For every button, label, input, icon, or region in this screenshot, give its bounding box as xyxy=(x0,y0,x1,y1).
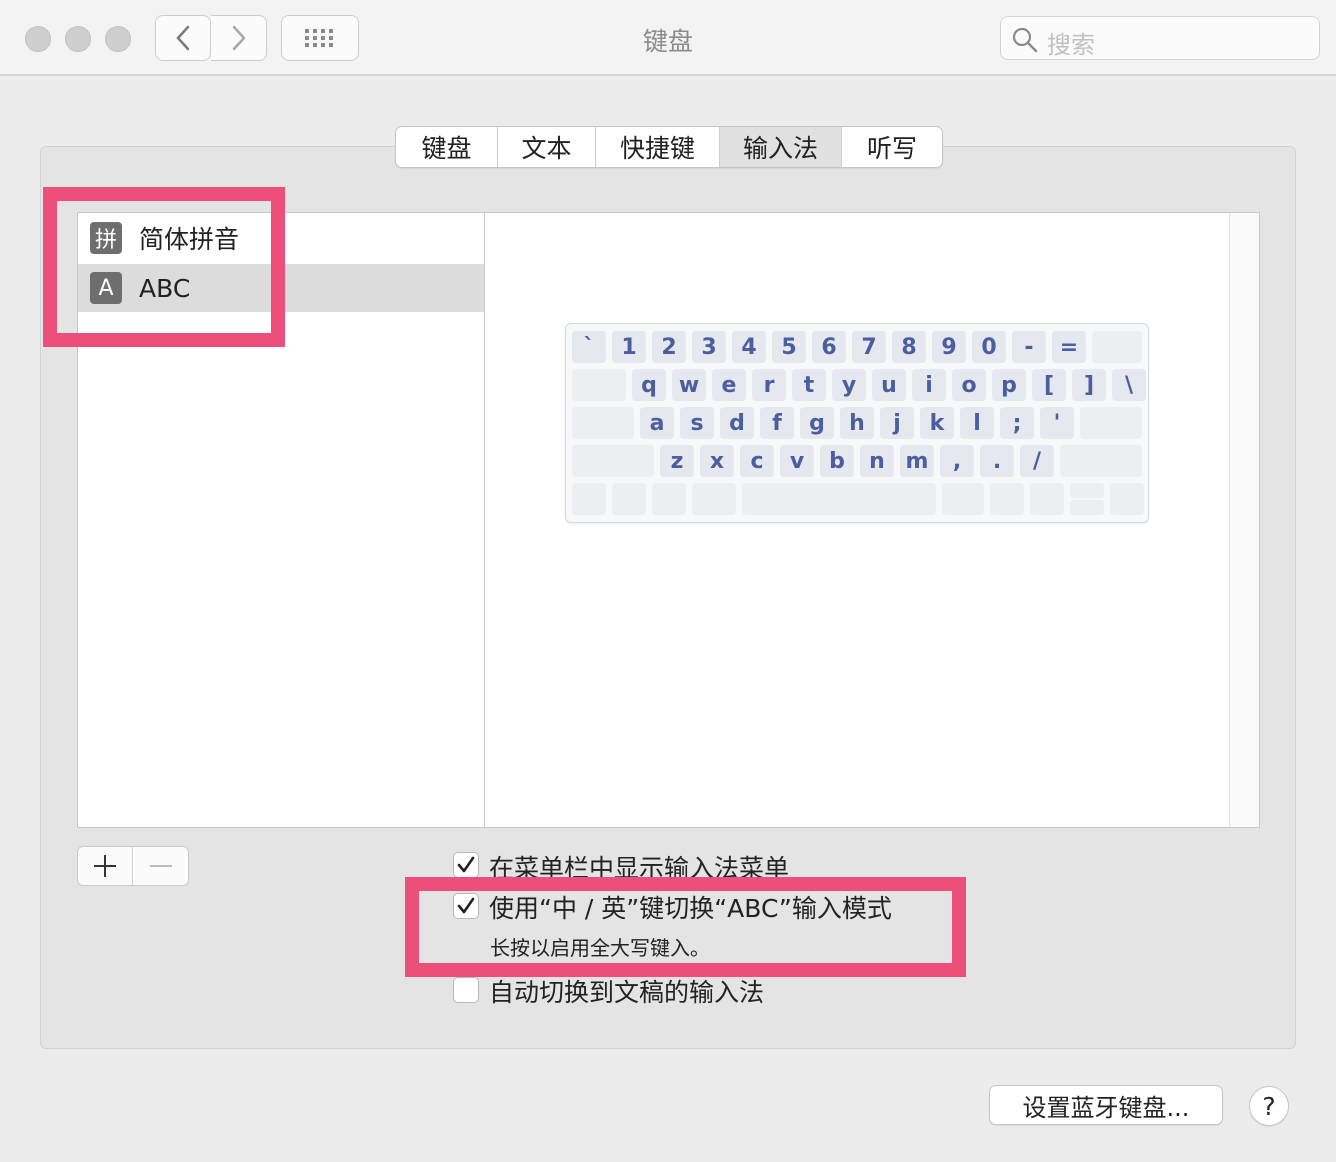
checkmark-icon xyxy=(457,856,475,873)
highlight-box-caps-option xyxy=(405,877,966,977)
modifier-key xyxy=(1080,407,1142,439)
search-icon xyxy=(1012,27,1038,53)
key: ` xyxy=(572,331,606,363)
option-key-right xyxy=(990,483,1024,515)
key: o xyxy=(952,369,986,401)
arrow-right-key xyxy=(1110,483,1144,515)
arrow-up-down-key xyxy=(1070,483,1104,515)
command-key-right xyxy=(942,483,984,515)
help-button[interactable]: ? xyxy=(1249,1086,1289,1126)
auto-switch-checkbox[interactable] xyxy=(453,977,479,1003)
key: e xyxy=(712,369,746,401)
key: u xyxy=(872,369,906,401)
keyboard-row1: ` 1 2 3 4 5 6 7 8 9 0- = xyxy=(572,331,1142,363)
highlight-box-input-sources xyxy=(43,187,285,347)
key: v xyxy=(780,445,814,477)
modifier-key xyxy=(1092,331,1142,363)
keyboard-row3: a s d f g h j k l; ' xyxy=(572,407,1142,439)
tab-shortcuts[interactable]: 快捷键 xyxy=(596,127,720,167)
key: 3 xyxy=(692,331,726,363)
minus-icon xyxy=(149,865,172,867)
key: b xyxy=(820,445,854,477)
keyboard-bottom-row xyxy=(572,483,1144,515)
key: = xyxy=(1052,331,1086,363)
key: 4 xyxy=(732,331,766,363)
key: a xyxy=(640,407,674,439)
fn-key xyxy=(572,483,606,515)
tab-text[interactable]: 文本 xyxy=(498,127,596,167)
plus-icon xyxy=(94,855,116,877)
modifier-key xyxy=(572,445,654,477)
modifier-key xyxy=(1060,445,1142,477)
key: q xyxy=(632,369,666,401)
key: - xyxy=(1012,331,1046,363)
key: g xyxy=(800,407,834,439)
key: h xyxy=(840,407,874,439)
key: j xyxy=(880,407,914,439)
key: \ xyxy=(1112,369,1146,401)
key: l xyxy=(960,407,994,439)
key: m xyxy=(900,445,934,477)
modifier-key xyxy=(572,407,634,439)
key: 7 xyxy=(852,331,886,363)
modifier-key xyxy=(572,369,626,401)
key: p xyxy=(992,369,1026,401)
search-field[interactable]: 搜索 xyxy=(1000,16,1320,60)
key: d xyxy=(720,407,754,439)
key: f xyxy=(760,407,794,439)
key: 6 xyxy=(812,331,846,363)
tab-bar: 键盘 文本 快捷键 输入法 听写 xyxy=(395,126,943,168)
key: 1 xyxy=(612,331,646,363)
key: c xyxy=(740,445,774,477)
space-key xyxy=(742,483,936,515)
option-key xyxy=(652,483,686,515)
add-button[interactable] xyxy=(78,847,134,885)
key: 8 xyxy=(892,331,926,363)
command-key xyxy=(692,483,736,515)
key: s xyxy=(680,407,714,439)
key: . xyxy=(980,445,1014,477)
arrow-left-key xyxy=(1030,483,1064,515)
remove-button[interactable] xyxy=(133,847,188,885)
key: t xyxy=(792,369,826,401)
keyboard-row2: q w e r t y u i o p[] \ xyxy=(572,369,1146,401)
key: z xyxy=(660,445,694,477)
key: w xyxy=(672,369,706,401)
key: n xyxy=(860,445,894,477)
key: ] xyxy=(1072,369,1106,401)
key: i xyxy=(912,369,946,401)
key: [ xyxy=(1032,369,1066,401)
key: , xyxy=(940,445,974,477)
key: / xyxy=(1020,445,1054,477)
list-controls xyxy=(77,846,189,886)
key: 9 xyxy=(932,331,966,363)
keyboard-row4: z x c v b n m,. / xyxy=(572,445,1142,477)
keyboard-layout-preview: ` 1 2 3 4 5 6 7 8 9 0- = q w e r t y u i o p[] \ a s d f g h j k l; ' … xyxy=(565,323,1149,523)
tab-input-sources[interactable]: 输入法 xyxy=(720,127,842,167)
key: ' xyxy=(1040,407,1074,439)
show-input-menu-checkbox[interactable] xyxy=(453,852,479,878)
title-bar: 键盘 搜索 xyxy=(0,0,1336,76)
key: k xyxy=(920,407,954,439)
auto-switch-label: 自动切换到文稿的输入法 xyxy=(489,978,765,1007)
key: 0 xyxy=(972,331,1006,363)
setup-bluetooth-keyboard-button[interactable]: 设置蓝牙键盘... xyxy=(989,1085,1223,1125)
key: ; xyxy=(1000,407,1034,439)
control-key xyxy=(612,483,646,515)
search-placeholder: 搜索 xyxy=(1047,31,1095,59)
tab-keyboard[interactable]: 键盘 xyxy=(396,127,498,167)
scrollbar[interactable] xyxy=(1229,213,1259,827)
key: x xyxy=(700,445,734,477)
key: r xyxy=(752,369,786,401)
key: y xyxy=(832,369,866,401)
tab-dictation[interactable]: 听写 xyxy=(842,127,942,167)
key: 5 xyxy=(772,331,806,363)
key: 2 xyxy=(652,331,686,363)
